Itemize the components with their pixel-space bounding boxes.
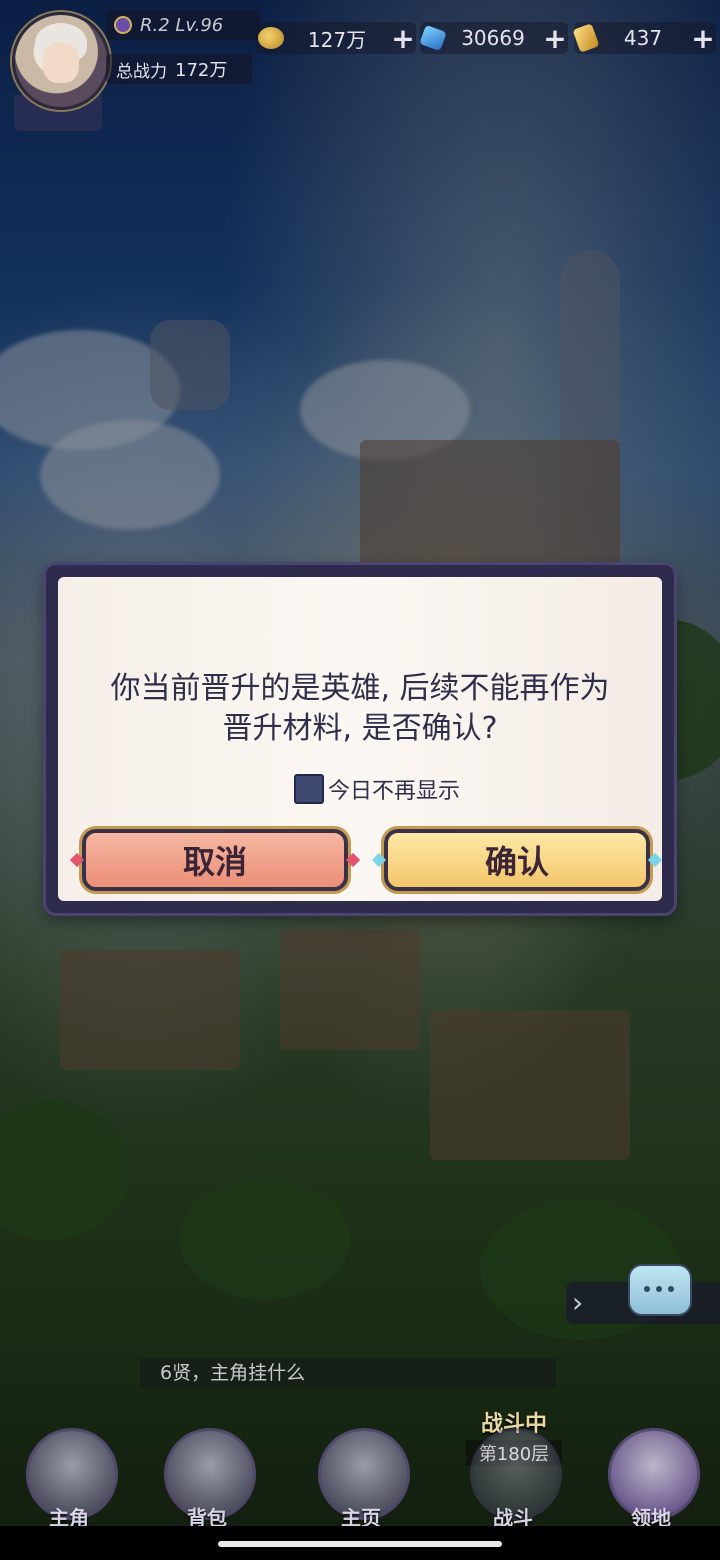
chat-panel-toggle[interactable]: › bbox=[566, 1264, 720, 1324]
currency-coin: 127万 + bbox=[256, 22, 416, 55]
crystal-value: 30669 bbox=[461, 26, 525, 50]
add-gold-bar-button[interactable]: + bbox=[690, 22, 716, 55]
nav-item-hero[interactable]: 主角 bbox=[14, 1428, 124, 1538]
total-power: 总战力 172万 bbox=[106, 54, 252, 84]
crystal-icon bbox=[419, 24, 447, 52]
nav-item-bag[interactable]: 背包 bbox=[152, 1428, 262, 1538]
ruby-icon bbox=[345, 852, 361, 868]
gold-bar-value: 437 bbox=[623, 26, 663, 50]
chat-dot bbox=[668, 1286, 674, 1292]
nav-item-home[interactable]: 主页 bbox=[306, 1428, 416, 1538]
coin-icon bbox=[258, 27, 284, 49]
currency-gold-bar: 437 + bbox=[572, 22, 716, 55]
chat-dot bbox=[656, 1286, 662, 1292]
nav-item-battle[interactable]: 战斗 bbox=[458, 1428, 568, 1538]
avatar-face bbox=[43, 43, 79, 83]
rank-icon bbox=[114, 16, 132, 34]
dialog-message-line2: 晋升材料, 是否确认? bbox=[222, 711, 498, 746]
cancel-button[interactable]: 取消 bbox=[69, 829, 361, 891]
chat-dot bbox=[644, 1286, 650, 1292]
confirm-dialog: 你当前晋升的是英雄, 后续不能再作为 晋升材料, 是否确认? 今日不再显示 取消… bbox=[46, 565, 674, 913]
nav-item-territory[interactable]: 领地 bbox=[596, 1428, 706, 1538]
dialog-paper: 你当前晋升的是英雄, 后续不能再作为 晋升材料, 是否确认? 今日不再显示 取消… bbox=[58, 577, 663, 901]
chat-latest-message[interactable]: 6贤，主角挂什么 bbox=[140, 1358, 556, 1388]
level-text: R.2 Lv.96 bbox=[140, 14, 224, 36]
chat-bubble-icon[interactable] bbox=[628, 1264, 692, 1316]
add-crystal-button[interactable]: + bbox=[542, 22, 568, 55]
avatar[interactable] bbox=[12, 12, 110, 110]
diamond-icon bbox=[371, 852, 387, 868]
dont-show-today-checkbox[interactable] bbox=[294, 774, 324, 804]
dialog-message: 你当前晋升的是英雄, 后续不能再作为 晋升材料, 是否确认? bbox=[88, 669, 632, 749]
power-value: 172万 bbox=[175, 60, 228, 81]
power-label: 总战力 bbox=[116, 61, 167, 82]
cancel-button-label: 取消 bbox=[182, 843, 247, 881]
dialog-message-line1: 你当前晋升的是英雄, 后续不能再作为 bbox=[110, 671, 610, 706]
add-coin-button[interactable]: + bbox=[390, 22, 416, 55]
currency-crystal: 30669 + bbox=[419, 22, 568, 55]
ruby-icon bbox=[69, 852, 85, 868]
dont-show-today-label: 今日不再显示 bbox=[328, 779, 461, 804]
confirm-button[interactable]: 确认 bbox=[371, 829, 663, 891]
chevron-right-icon[interactable]: › bbox=[572, 1286, 583, 1319]
dont-show-today-row[interactable]: 今日不再显示 bbox=[294, 773, 460, 805]
home-indicator[interactable] bbox=[218, 1541, 502, 1547]
diamond-icon bbox=[647, 852, 663, 868]
bottom-nav: 主角 背包 主页 战斗 领地 bbox=[0, 1400, 720, 1540]
coin-value: 127万 bbox=[307, 27, 367, 52]
confirm-button-label: 确认 bbox=[484, 843, 549, 881]
level-display: R.2 Lv.96 bbox=[106, 10, 260, 40]
